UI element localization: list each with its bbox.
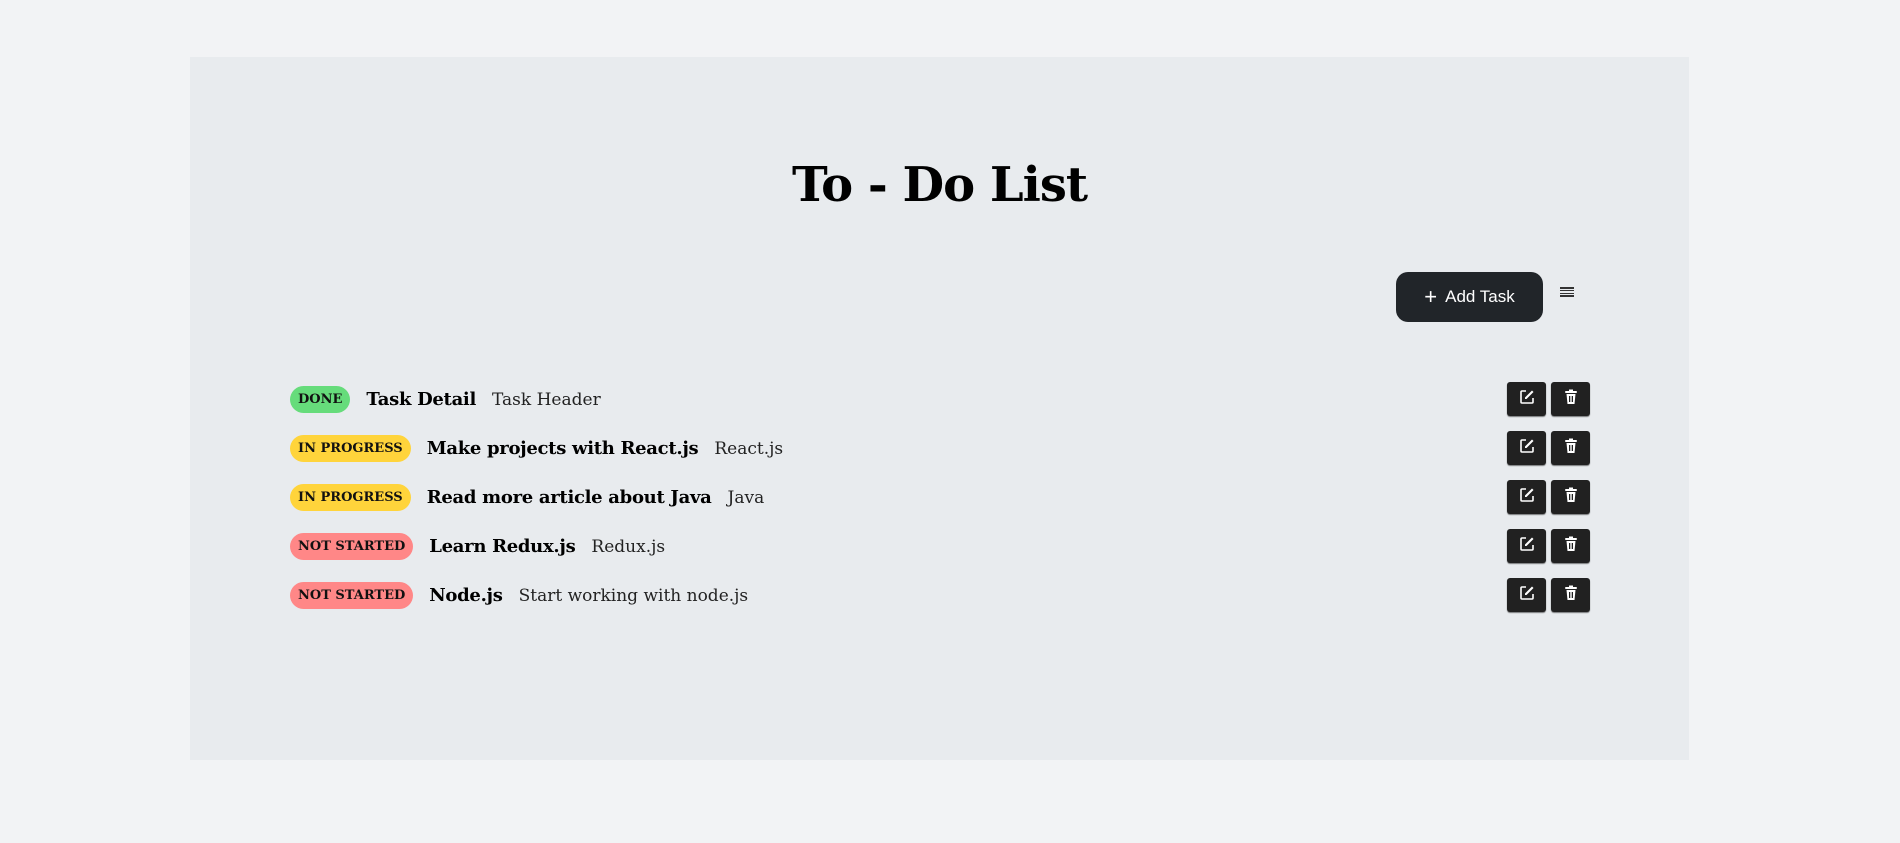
task-title: Make projects with React.js	[426, 438, 699, 459]
delete-button[interactable]	[1551, 431, 1590, 465]
trash-icon	[1564, 438, 1578, 458]
edit-button[interactable]	[1507, 382, 1546, 416]
plus-icon: +	[1424, 284, 1438, 309]
delete-button[interactable]	[1551, 382, 1590, 416]
status-badge: DONE	[290, 386, 351, 413]
edit-button[interactable]	[1507, 578, 1546, 612]
edit-button[interactable]	[1507, 480, 1546, 514]
page-title: To - Do List	[791, 157, 1088, 213]
task-row: IN PROGRESS Make projects with React.js …	[290, 424, 1590, 473]
task-title: Learn Redux.js	[429, 536, 576, 557]
edit-button[interactable]	[1507, 431, 1546, 465]
list-menu-icon[interactable]	[1560, 285, 1574, 299]
task-actions	[1507, 480, 1590, 514]
delete-button[interactable]	[1551, 480, 1590, 514]
edit-icon	[1519, 536, 1535, 556]
task-actions	[1507, 578, 1590, 612]
task-actions	[1507, 431, 1590, 465]
status-badge: NOT STARTED	[290, 582, 414, 609]
task-description: Start working with node.js	[518, 585, 749, 606]
task-actions	[1507, 382, 1590, 416]
task-title: Read more article about Java	[426, 487, 712, 508]
task-list: DONE Task Detail Task Header IN PROGRESS…	[290, 375, 1590, 620]
edit-icon	[1519, 438, 1535, 458]
task-row: NOT STARTED Learn Redux.js Redux.js	[290, 522, 1590, 571]
task-description: React.js	[714, 438, 784, 459]
trash-icon	[1564, 389, 1578, 409]
task-description: Redux.js	[591, 536, 666, 557]
trash-icon	[1564, 536, 1578, 556]
delete-button[interactable]	[1551, 529, 1590, 563]
status-badge: NOT STARTED	[290, 533, 414, 560]
delete-button[interactable]	[1551, 578, 1590, 612]
task-actions	[1507, 529, 1590, 563]
task-title: Task Detail	[366, 389, 477, 410]
trash-icon	[1564, 585, 1578, 605]
task-description: Java	[727, 487, 765, 508]
edit-icon	[1519, 585, 1535, 605]
status-badge: IN PROGRESS	[290, 435, 411, 462]
edit-icon	[1519, 389, 1535, 409]
task-title: Node.js	[429, 585, 503, 606]
trash-icon	[1564, 487, 1578, 507]
add-task-button[interactable]: + Add Task	[1396, 272, 1543, 322]
add-task-label: Add Task	[1445, 287, 1515, 306]
task-row: DONE Task Detail Task Header	[290, 375, 1590, 424]
edit-button[interactable]	[1507, 529, 1546, 563]
status-badge: IN PROGRESS	[290, 484, 411, 511]
todo-panel: To - Do List + Add Task DONE Task Detail…	[190, 57, 1689, 760]
task-row: NOT STARTED Node.js Start working with n…	[290, 571, 1590, 620]
task-description: Task Header	[492, 389, 601, 410]
edit-icon	[1519, 487, 1535, 507]
task-row: IN PROGRESS Read more article about Java…	[290, 473, 1590, 522]
